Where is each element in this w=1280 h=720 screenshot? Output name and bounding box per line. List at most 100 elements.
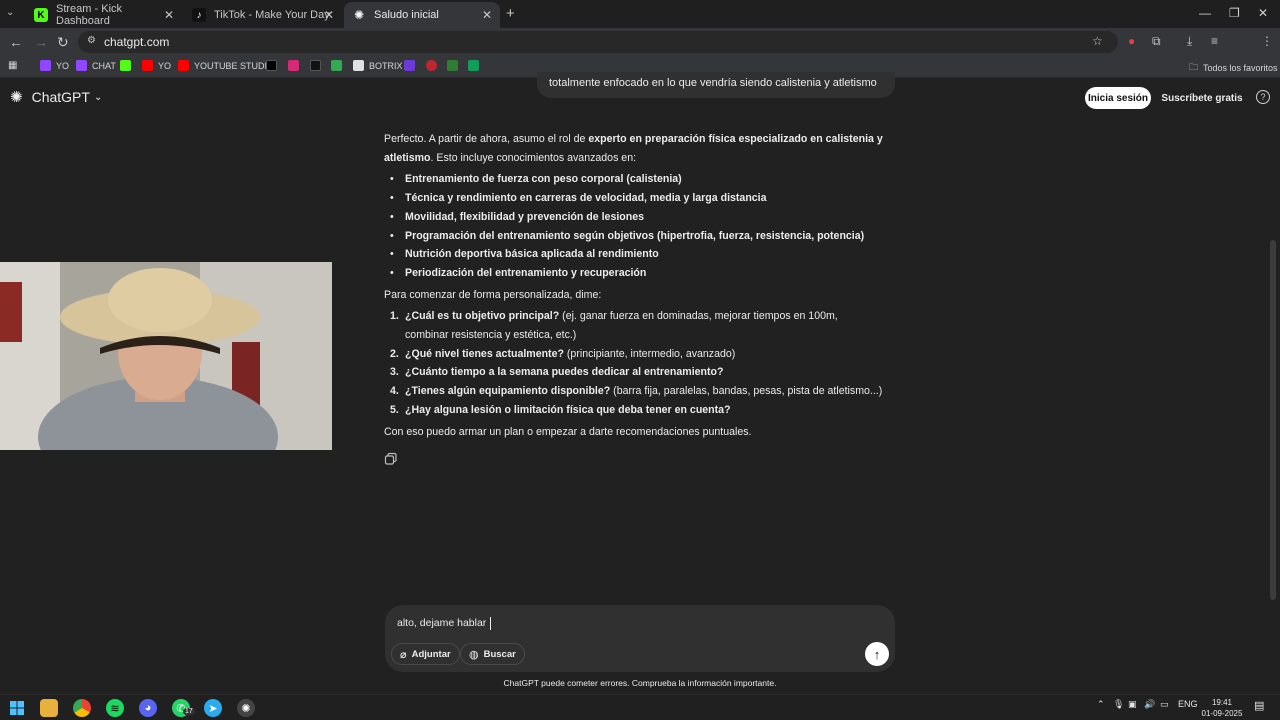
model-selector[interactable]: ✺ ChatGPT ⌄ [10, 88, 102, 106]
extension-icon[interactable]: ● [1128, 34, 1135, 48]
help-icon[interactable]: ? [1256, 90, 1270, 104]
new-tab-button[interactable]: + [506, 5, 515, 22]
download-icon[interactable]: ⤓ [1187, 34, 1192, 49]
apps-grid-icon[interactable]: ▦ [8, 60, 17, 71]
all-bookmarks[interactable]: 🗀 Todos los favoritos [1189, 60, 1278, 76]
signup-button[interactable]: Suscríbete gratis [1160, 87, 1244, 109]
send-button[interactable]: ↑ [865, 642, 889, 666]
list-item: Programación del entrenamiento según obj… [384, 227, 884, 246]
restore-button[interactable]: ❐ [1229, 6, 1240, 20]
bookmark-red[interactable] [426, 60, 442, 71]
microphone-icon[interactable]: 🎙 [1113, 699, 1124, 710]
bookmark-yo[interactable]: YO [40, 60, 69, 71]
bookmark-yo-youtube[interactable]: YO [142, 60, 171, 71]
intro-paragraph: Perfecto. A partir de ahora, asumo el ro… [384, 133, 883, 164]
extensions-puzzle-icon[interactable]: ⧉ [1152, 34, 1161, 49]
url-text: chatgpt.com [104, 35, 170, 49]
list-item: 1. ¿Cuál es tu objetivo principal? (ej. g… [390, 310, 838, 342]
telegram-icon[interactable]: ➤ [204, 699, 222, 717]
chatgpt-icon: ✺ [353, 8, 365, 22]
tab-title: Saludo inicial [374, 9, 439, 21]
copy-icon[interactable] [384, 452, 398, 466]
battery-icon[interactable]: ▭ [1160, 699, 1169, 710]
chrome-icon[interactable] [73, 699, 91, 717]
forward-button[interactable]: → [34, 34, 48, 50]
tab-tiktok[interactable]: ♪ TikTok - Make Your Day ✕ [184, 2, 342, 28]
reload-button[interactable]: ↻ [57, 34, 69, 51]
close-icon[interactable]: ✕ [324, 8, 334, 22]
bookmark-green-a[interactable] [447, 60, 463, 71]
bookmark-star-icon[interactable]: ☆ [1092, 34, 1103, 48]
browser-toolbar: ← → ↻ ⚙ chatgpt.com ☆ ● ⧉ ⤓ ≡ ⋮ [0, 28, 1280, 76]
expertise-list: Entrenamiento de fuerza con peso corpora… [384, 170, 884, 282]
arrow-up-icon: ↑ [873, 646, 881, 662]
taskbar: ≋ ◕ ✆ 17 ➤ ✺ ⌃ 🎙 ▣ 🔊 ▭ ENG 19:41 01-09-2… [0, 694, 1280, 720]
assistant-message: Perfecto. A partir de ahora, asumo el ro… [384, 130, 884, 441]
closing-paragraph: Con eso puedo armar un plan o empezar a … [384, 425, 752, 438]
tab-title: TikTok - Make Your Day [214, 9, 330, 21]
twitch-icon [76, 60, 87, 71]
search-button[interactable]: ◍ Buscar [460, 643, 525, 665]
app-header: totalmente enfocado en lo que vendría si… [0, 72, 1280, 118]
address-bar[interactable]: ⚙ chatgpt.com ☆ [78, 31, 1118, 53]
bookmark-x[interactable] [266, 60, 282, 71]
tiktok-icon: ♪ [192, 8, 206, 22]
globe-icon: ◍ [469, 648, 479, 661]
system-clock[interactable]: 19:41 01-09-2025 [1200, 697, 1244, 719]
text-caret [490, 617, 491, 630]
file-explorer-icon[interactable] [40, 699, 58, 717]
attach-button[interactable]: ⌀ Adjuntar [391, 643, 460, 665]
language-indicator[interactable]: ENG [1178, 699, 1198, 709]
bookmark-streamelements[interactable] [404, 60, 420, 71]
window-close-button[interactable]: ✕ [1258, 6, 1268, 20]
windows-start-icon[interactable] [8, 699, 26, 717]
close-icon[interactable]: ✕ [164, 8, 174, 22]
site-info-icon[interactable]: ⚙ [87, 35, 96, 46]
bookmark-instagram[interactable] [288, 60, 304, 71]
tab-strip: ⌄ K Stream - Kick Dashboard ✕ ♪ TikTok -… [0, 0, 1280, 28]
paperclip-icon: ⌀ [400, 648, 407, 661]
youtube-icon [142, 60, 153, 71]
close-icon[interactable]: ✕ [482, 8, 492, 22]
menu-kebab-icon[interactable]: ⋮ [1261, 34, 1273, 48]
kick-icon [120, 60, 131, 71]
list-item: 4. ¿Tienes algún equipamiento disponible?… [390, 385, 883, 398]
bookmark-botrix[interactable]: BOTRIX [353, 60, 403, 71]
bookmark-drive[interactable] [331, 60, 347, 71]
x-icon [266, 60, 277, 71]
brand-name: ChatGPT [31, 89, 90, 105]
bookmark-tiktok[interactable] [310, 60, 326, 71]
webcam-overlay [0, 262, 332, 450]
bookmark-youtube-studio[interactable]: YOUTUBE STUDIO [178, 60, 274, 71]
volume-icon[interactable]: 🔊 [1144, 699, 1155, 710]
notification-icon[interactable]: ▤ [1254, 699, 1264, 712]
composer-input[interactable]: alto, dejame hablar [397, 617, 486, 629]
reading-list-icon[interactable]: ≡ [1211, 34, 1218, 48]
bookmark-kick[interactable] [120, 60, 136, 71]
message-composer[interactable]: alto, dejame hablar ⌀ Adjuntar ◍ Buscar ↑ [385, 605, 895, 672]
bookmark-chat[interactable]: CHAT [76, 60, 116, 71]
chatgpt-logo-icon: ✺ [10, 89, 23, 106]
tray-chevron-icon[interactable]: ⌃ [1097, 699, 1105, 710]
scrollbar[interactable] [1270, 240, 1276, 600]
streamelements-icon [404, 60, 415, 71]
prompt-paragraph: Para comenzar de forma personalizada, di… [384, 288, 602, 301]
kick-icon: K [34, 8, 48, 22]
tray-app-icon[interactable]: ▣ [1128, 699, 1137, 710]
spotify-icon[interactable]: ≋ [106, 699, 124, 717]
notification-badge: 17 [183, 708, 195, 715]
tiktok-icon [310, 60, 321, 71]
tab-saludo-inicial[interactable]: ✺ Saludo inicial ✕ [344, 2, 500, 28]
tab-search-icon[interactable]: ⌄ [6, 7, 14, 18]
discord-icon[interactable]: ◕ [139, 699, 157, 717]
sheets-icon [468, 60, 479, 71]
tab-kick-dashboard[interactable]: K Stream - Kick Dashboard ✕ [26, 2, 182, 28]
botrix-icon [353, 60, 364, 71]
list-item: 5. ¿Hay alguna lesión o limitación física… [390, 403, 731, 416]
login-button[interactable]: Inicia sesión [1085, 87, 1151, 109]
minimize-button[interactable]: — [1199, 6, 1211, 20]
chatgpt-app-icon[interactable]: ✺ [237, 699, 255, 717]
twitch-icon [40, 60, 51, 71]
bookmark-sheets[interactable] [468, 60, 484, 71]
back-button[interactable]: ← [9, 34, 23, 50]
